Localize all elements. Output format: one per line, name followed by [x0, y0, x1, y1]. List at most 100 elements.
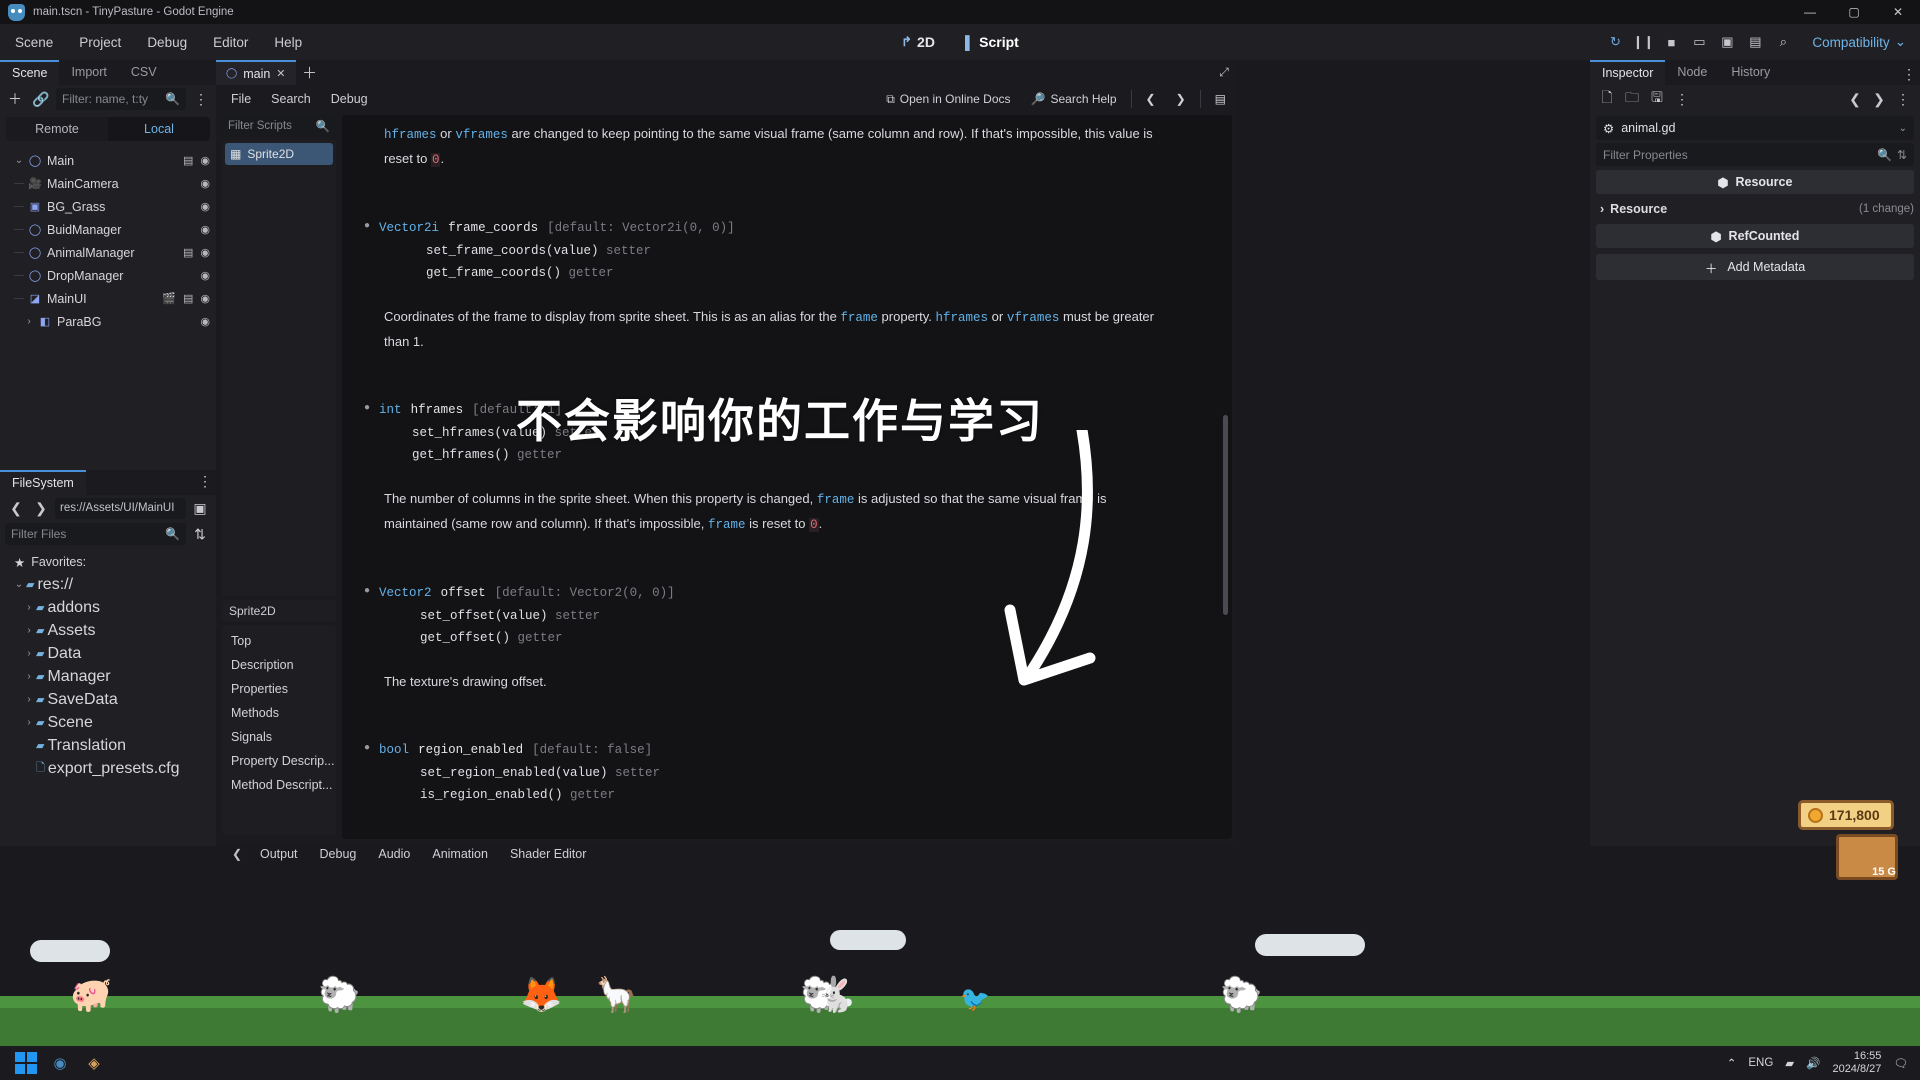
wifi-icon[interactable]: ▰ [1785, 1056, 1794, 1070]
visibility-eye-icon[interactable]: ◉ [200, 292, 210, 305]
file-item-export-presets[interactable]: 🗋 export_presets.cfg [0, 757, 216, 780]
start-button[interactable] [12, 1049, 40, 1077]
file-item-translation[interactable]: ▰ Translation [0, 734, 216, 757]
toggle-local[interactable]: Local [108, 117, 210, 141]
taskbar-app-icon[interactable]: ◈ [80, 1049, 108, 1077]
member-properties[interactable]: Properties [222, 677, 336, 701]
bottom-tab-output[interactable]: Output [250, 843, 308, 865]
visibility-eye-icon[interactable]: ◉ [200, 177, 210, 190]
inspector-category-resource[interactable]: ⬢ Resource [1596, 170, 1914, 194]
taskbar-godot-icon[interactable]: ◉ [46, 1049, 74, 1077]
scene-node-dropmanager[interactable]: ◯ DropManager ◉ [0, 264, 216, 287]
file-item-assets[interactable]: › ▰ Assets [0, 619, 216, 642]
chevron-down-icon[interactable]: ⌄ [12, 579, 26, 590]
tab-scene[interactable]: Scene [0, 60, 60, 85]
file-item-savedata[interactable]: › ▰ SaveData [0, 688, 216, 711]
member-signals[interactable]: Signals [222, 725, 336, 749]
close-button[interactable]: ✕ [1876, 0, 1920, 24]
menu-editor[interactable]: Editor [202, 32, 259, 53]
file-item-data[interactable]: › ▰ Data [0, 642, 216, 665]
chevron-down-icon[interactable]: ⌄ [12, 155, 26, 166]
sort-icon[interactable]: ⇅ [1897, 148, 1907, 162]
scene-node-maincamera[interactable]: 🎥 MainCamera ◉ [0, 172, 216, 195]
animation-icon[interactable]: 🎬 [162, 292, 176, 305]
back-icon[interactable]: ❮ [5, 497, 27, 519]
doc-scrollbar[interactable] [1223, 415, 1228, 615]
visibility-eye-icon[interactable]: ◉ [200, 223, 210, 236]
member-method-descriptions[interactable]: Method Descript... [222, 773, 336, 797]
split-view-icon[interactable]: ▣ [189, 497, 211, 519]
visibility-eye-icon[interactable]: ◉ [200, 154, 210, 167]
forward-icon[interactable]: ❯ [30, 497, 52, 519]
inspector-resource-selector[interactable]: ⚙ animal.gd ⌄ [1596, 116, 1914, 140]
script-list-item-sprite2d[interactable]: ▦ Sprite2D [225, 143, 333, 165]
file-item-res[interactable]: ⌄ ▰ res:// [0, 573, 216, 596]
expand-icon[interactable]: ⤢ [1210, 60, 1238, 85]
link-scene-icon[interactable]: 🔗 [30, 88, 52, 110]
minimize-button[interactable]: — [1788, 0, 1832, 24]
inspect-button[interactable]: ⌕ [1770, 29, 1796, 55]
stop-button[interactable]: ■ [1658, 29, 1684, 55]
tab-node[interactable]: Node [1665, 60, 1719, 85]
tab-2d[interactable]: ↱ 2D [893, 30, 943, 54]
file-filter-input[interactable]: Filter Files 🔍 [5, 523, 186, 545]
visibility-eye-icon[interactable]: ◉ [200, 315, 210, 328]
script-tab-main[interactable]: ◯ main ✕ [216, 60, 296, 85]
member-top[interactable]: Top [222, 629, 336, 653]
inspector-back-icon[interactable]: ❮ [1844, 88, 1866, 110]
script-icon[interactable]: ▤ [183, 154, 193, 167]
chevron-right-icon[interactable]: › [22, 316, 36, 327]
notification-icon[interactable]: 🗨 [1893, 1056, 1908, 1070]
reload-button[interactable]: ↻ [1602, 29, 1628, 55]
scene-more-icon[interactable]: ⋮ [190, 88, 212, 110]
inspector-filter-input[interactable]: Filter Properties 🔍 ⇅ [1596, 143, 1914, 166]
script-menu-search[interactable]: Search [262, 89, 320, 109]
nav-back-button[interactable]: ❮ [1140, 89, 1162, 109]
add-metadata-button[interactable]: ＋ Add Metadata [1596, 254, 1914, 280]
filesystem-path[interactable]: res://Assets/UI/MainUI [55, 497, 186, 519]
chevron-right-icon[interactable]: › [22, 671, 36, 682]
tab-script[interactable]: ▌ Script [957, 30, 1027, 54]
menu-scene[interactable]: Scene [4, 32, 64, 53]
tab-inspector[interactable]: Inspector [1590, 60, 1666, 85]
filesystem-more-icon[interactable]: ⋮ [194, 470, 216, 492]
taskbar-clock[interactable]: 16:55 2024/8/27 [1832, 1050, 1881, 1076]
menu-project[interactable]: Project [68, 32, 132, 53]
menu-debug[interactable]: Debug [136, 32, 198, 53]
close-icon[interactable]: ✕ [276, 67, 285, 80]
chevron-right-icon[interactable]: › [1600, 202, 1604, 216]
chevron-right-icon[interactable]: › [22, 602, 36, 613]
script-icon[interactable]: ▤ [183, 292, 193, 305]
bottom-tab-audio[interactable]: Audio [368, 843, 420, 865]
scene-node-mainui[interactable]: ◪ MainUI 🎬 ▤ ◉ [0, 287, 216, 310]
new-resource-icon[interactable]: 🗋 [1596, 88, 1618, 110]
bottom-tab-shader-editor[interactable]: Shader Editor [500, 843, 596, 865]
bottom-tab-animation[interactable]: Animation [422, 843, 498, 865]
member-property-descriptions[interactable]: Property Descrip... [222, 749, 336, 773]
file-item-manager[interactable]: › ▰ Manager [0, 665, 216, 688]
language-indicator[interactable]: ENG [1748, 1057, 1773, 1069]
inspector-section-resource[interactable]: › Resource (1 change) [1596, 198, 1914, 220]
nav-forward-button[interactable]: ❯ [1170, 89, 1192, 109]
tab-history[interactable]: History [1719, 60, 1782, 85]
add-node-icon[interactable]: ＋ [4, 88, 26, 110]
inspector-forward-icon[interactable]: ❯ [1868, 88, 1890, 110]
volume-icon[interactable]: 🔊 [1806, 1056, 1820, 1070]
visibility-eye-icon[interactable]: ◉ [200, 246, 210, 259]
scene-filter-input[interactable]: Filter: name, t:ty 🔍 [56, 88, 186, 110]
chevron-right-icon[interactable]: › [22, 648, 36, 659]
scene-node-bg-grass[interactable]: ▣ BG_Grass ◉ [0, 195, 216, 218]
inspector-dock-more-icon[interactable]: ⋮ [1898, 63, 1920, 85]
script-menu-file[interactable]: File [222, 89, 260, 109]
script-menu-debug[interactable]: Debug [322, 89, 377, 109]
collapse-icon[interactable]: ❮ [226, 843, 248, 865]
tab-filesystem[interactable]: FileSystem [0, 470, 86, 495]
save-resource-icon[interactable]: 🖫 [1646, 88, 1668, 110]
chevron-right-icon[interactable]: › [22, 625, 36, 636]
sort-icon[interactable]: ⇅ [189, 523, 211, 545]
inspector-history-more-icon[interactable]: ⋮ [1892, 88, 1914, 110]
open-in-online-docs-button[interactable]: ⧉ Open in Online Docs [880, 89, 1016, 110]
visibility-eye-icon[interactable]: ◉ [200, 269, 210, 282]
tab-import[interactable]: Import [59, 60, 119, 85]
remote-debug-button[interactable]: ▤ [1742, 29, 1768, 55]
